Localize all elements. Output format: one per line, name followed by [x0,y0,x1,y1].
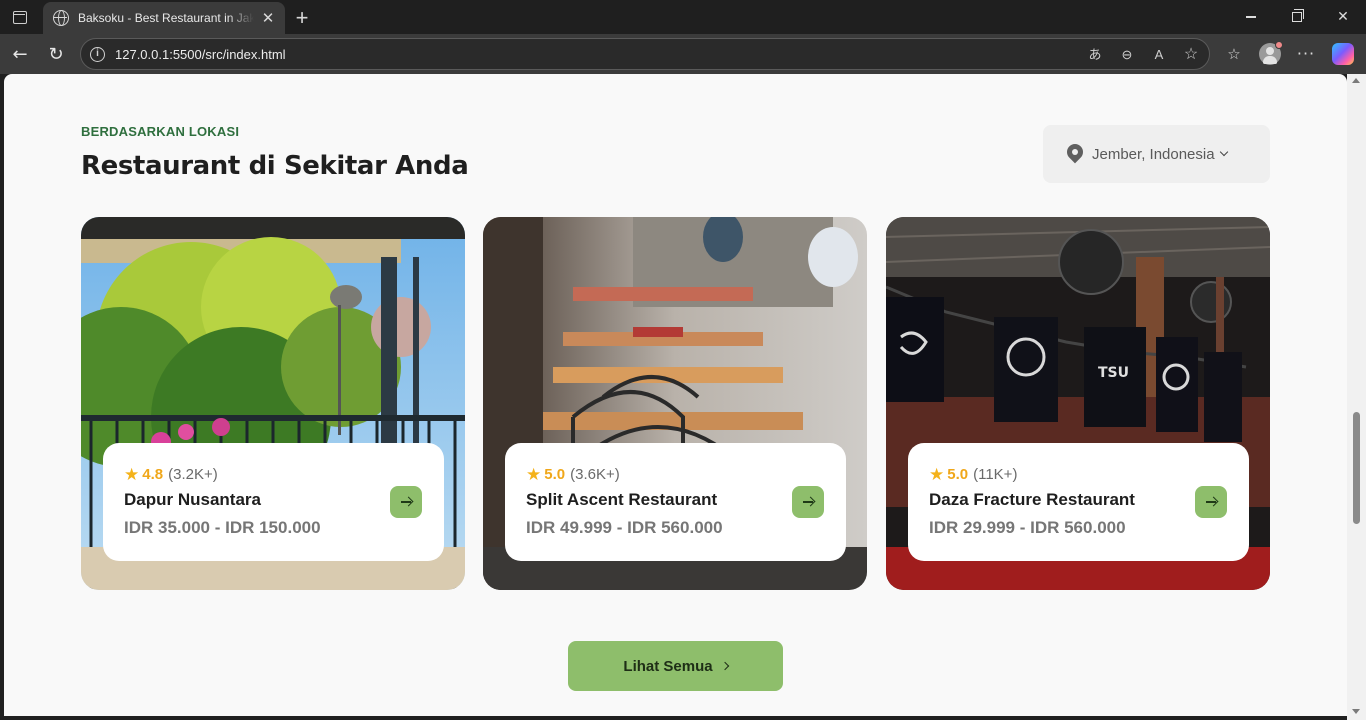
page-scrollbar[interactable] [1347,74,1366,720]
new-tab-button[interactable]: + [291,5,313,31]
arrow-right-icon [803,501,813,503]
arrow-right-icon [1206,501,1216,503]
rating-row: ★ 4.8 (3.2K+) [124,464,423,484]
svg-text:TSU: TSU [1098,365,1129,381]
url-text: 127.0.0.1:5500/src/index.html [115,46,286,62]
favorites-icon[interactable]: ☆ [1222,42,1246,66]
site-info-icon[interactable]: i [90,46,105,62]
review-count: (3.2K+) [168,465,218,483]
browser-toolbar: ← ↻ i 127.0.0.1:5500/src/index.html あ ⊖ … [0,34,1366,74]
more-menu-icon[interactable]: ··· [1294,42,1318,66]
minimize-button[interactable] [1228,0,1274,34]
page-viewport: BERDASARKAN LOKASI Restaurant di Sekitar… [4,74,1347,716]
tab-actions-icon[interactable] [8,6,32,28]
browser-tab[interactable]: Baksoku - Best Restaurant in Jakarta ✕ [43,2,285,34]
close-tab-icon[interactable]: ✕ [259,9,277,27]
price-range: IDR 29.999 - IDR 560.000 [929,518,1126,537]
section-title: Restaurant di Sekitar Anda [81,151,469,181]
reload-button[interactable]: ↻ [41,39,71,69]
star-icon: ★ [526,464,542,484]
rating-value: 5.0 [544,465,566,483]
section-eyebrow: BERDASARKAN LOKASI [81,124,240,139]
see-all-label: Lihat Semua [623,657,713,675]
profile-avatar[interactable] [1258,41,1283,66]
restaurant-name: Split Ascent Restaurant [526,490,718,509]
translate-icon[interactable]: あ [1085,45,1105,65]
restaurant-card[interactable]: TSU ★ 5.0 (11K+) Daza Fracture Restauran… [886,217,1270,590]
see-all-button[interactable]: Lihat Semua [568,641,783,691]
read-aloud-icon[interactable]: A [1149,45,1169,65]
review-count: (3.6K+) [570,465,620,483]
rating-value: 5.0 [947,465,969,483]
price-range: IDR 49.999 - IDR 560.000 [526,518,723,537]
scroll-down-icon[interactable] [1352,709,1360,714]
rating-row: ★ 5.0 (11K+) [929,464,1228,484]
close-window-button[interactable]: ✕ [1320,0,1366,34]
maximize-button[interactable] [1274,0,1320,34]
tab-title: Baksoku - Best Restaurant in Jakarta [78,11,254,25]
zoom-icon[interactable]: ⊖ [1117,45,1137,65]
arrow-right-icon [401,501,411,503]
star-icon: ★ [124,464,140,484]
open-restaurant-button[interactable] [390,486,422,518]
location-dropdown[interactable]: Jember, Indonesia [1043,125,1270,183]
restaurant-card[interactable]: ★ 5.0 (3.6K+) Split Ascent Restaurant ID… [483,217,867,590]
restaurant-info: ★ 5.0 (11K+) Daza Fracture Restaurant ID… [908,443,1249,561]
restaurant-name: Dapur Nusantara [124,490,261,509]
globe-icon [53,10,69,26]
restaurant-info: ★ 5.0 (3.6K+) Split Ascent Restaurant ID… [505,443,846,561]
price-range: IDR 35.000 - IDR 150.000 [124,518,321,537]
copilot-icon[interactable] [1331,42,1355,66]
chevron-down-icon [1219,147,1228,157]
star-icon: ★ [929,464,945,484]
rating-row: ★ 5.0 (3.6K+) [526,464,825,484]
browser-tab-bar: Baksoku - Best Restaurant in Jakarta ✕ +… [0,0,1366,34]
favorite-star-icon[interactable]: ☆ [1181,45,1201,65]
chevron-right-icon [720,661,729,671]
restaurant-info: ★ 4.8 (3.2K+) Dapur Nusantara IDR 35.000… [103,443,444,561]
scroll-up-icon[interactable] [1352,78,1360,83]
open-restaurant-button[interactable] [1195,486,1227,518]
open-restaurant-button[interactable] [792,486,824,518]
review-count: (11K+) [973,465,1018,483]
location-pin-icon [1063,140,1087,164]
rating-value: 4.8 [142,465,164,483]
scrollbar-thumb[interactable] [1353,412,1360,524]
back-button[interactable]: ← [5,39,35,69]
location-label: Jember, Indonesia [1092,145,1215,163]
restaurant-name: Daza Fracture Restaurant [929,490,1135,509]
restaurant-card[interactable]: ★ 4.8 (3.2K+) Dapur Nusantara IDR 35.000… [81,217,465,590]
address-bar[interactable]: i 127.0.0.1:5500/src/index.html あ ⊖ A ☆ [80,38,1210,70]
